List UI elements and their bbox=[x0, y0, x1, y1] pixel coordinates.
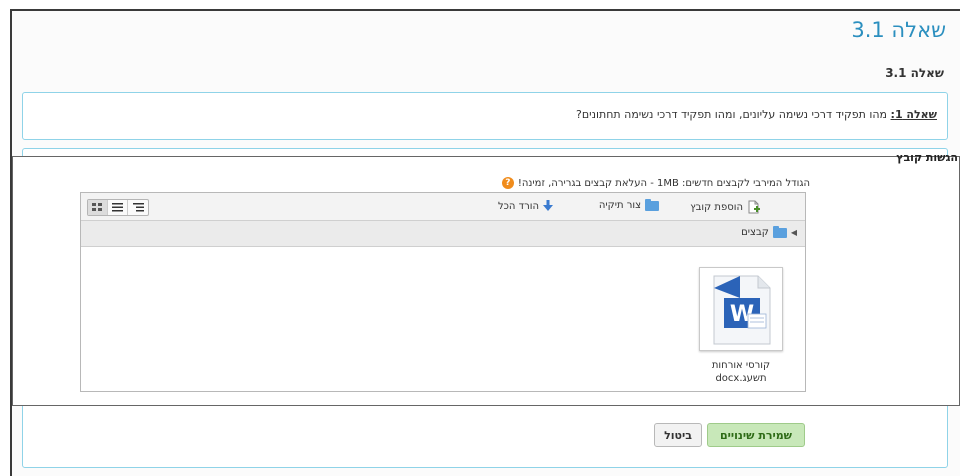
section-heading: שאלה 3.1 bbox=[885, 66, 944, 80]
create-folder-label: צור תיקיה bbox=[598, 200, 641, 211]
add-file-icon bbox=[748, 200, 760, 214]
word-document-icon: W bbox=[699, 267, 783, 351]
tree-view-icon[interactable] bbox=[128, 200, 148, 215]
cancel-button[interactable]: ביטול bbox=[654, 423, 702, 447]
add-file-label: הוספת קובץ bbox=[690, 201, 743, 213]
page-title: שאלה 3.1 bbox=[851, 18, 946, 42]
folder-icon bbox=[772, 225, 787, 238]
path-arrow-icon: ◀ bbox=[790, 228, 797, 237]
view-switcher bbox=[87, 199, 149, 216]
path-folder-item[interactable]: ◀ קבצים bbox=[741, 225, 797, 238]
download-all-label: הורד הכל bbox=[497, 200, 539, 212]
file-name: קורסי אורחות תשעג.docx bbox=[696, 359, 786, 385]
file-name-line2: תשעג.docx bbox=[715, 373, 767, 384]
create-folder-button[interactable]: צור תיקיה bbox=[598, 198, 659, 211]
file-manager: הוספת קובץ צור תיקיה הורד הכל ◀ קבצים W … bbox=[80, 192, 806, 392]
folder-add-icon bbox=[645, 198, 659, 211]
save-changes-button[interactable]: שמירת שינויים bbox=[707, 423, 805, 447]
question-body: מהו תפקיד דרכי נשימה עליונים, ומהו תפקיד… bbox=[576, 108, 891, 121]
list-view-icon[interactable] bbox=[108, 200, 128, 215]
question-text: שאלה 1: מהו תפקיד דרכי נשימה עליונים, ומ… bbox=[576, 108, 937, 121]
max-size-note: הגודל המירבי לקבצים חדשים: 1MB - העלאת ק… bbox=[501, 177, 810, 189]
question-box: שאלה 1: מהו תפקיד דרכי נשימה עליונים, ומ… bbox=[22, 92, 948, 140]
icons-view-icon[interactable] bbox=[88, 200, 108, 215]
add-file-button[interactable]: הוספת קובץ bbox=[690, 200, 761, 214]
file-item[interactable]: W קורסי אורחות תשעג.docx bbox=[696, 267, 786, 387]
download-all-button[interactable]: הורד הכל bbox=[498, 200, 553, 212]
download-icon bbox=[543, 200, 553, 211]
file-name-line1: קורסי אורחות bbox=[711, 360, 771, 371]
file-manager-toolbar: הוספת קובץ צור תיקיה הורד הכל bbox=[81, 193, 805, 221]
path-folder-label: קבצים bbox=[741, 227, 769, 238]
question-label: שאלה 1: bbox=[890, 108, 937, 121]
max-size-text: הגודל המירבי לקבצים חדשים: 1MB - העלאת ק… bbox=[517, 177, 810, 189]
file-manager-path: ◀ קבצים bbox=[81, 221, 805, 247]
submission-label: הגשות קובץ bbox=[896, 151, 958, 164]
help-icon[interactable]: ? bbox=[501, 177, 514, 189]
